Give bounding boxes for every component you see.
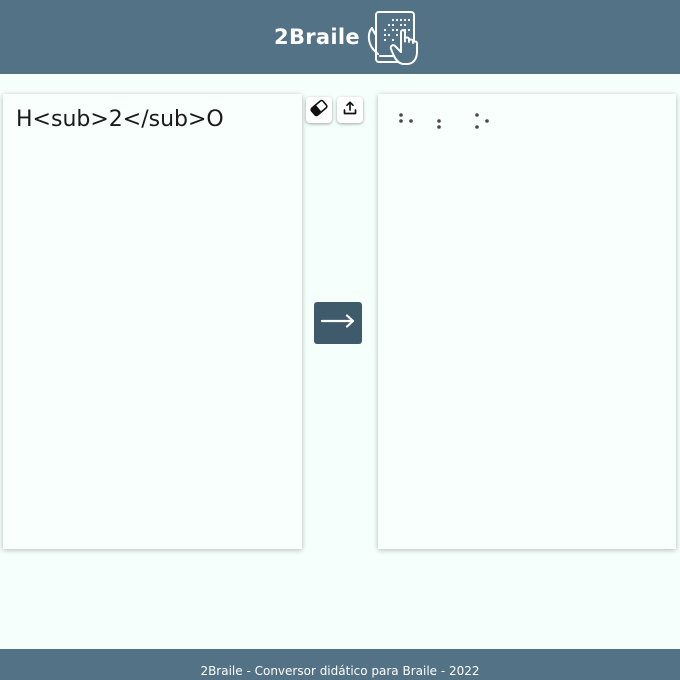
clear-button[interactable]: [306, 97, 332, 123]
upload-button[interactable]: [337, 97, 363, 123]
footer-text: 2Braile - Conversor didático para Braile…: [200, 664, 480, 678]
braille-output-panel: [378, 94, 676, 549]
convert-button[interactable]: [314, 302, 362, 344]
text-input-panel[interactable]: H<sub>2</sub>O: [3, 94, 302, 549]
braille-dot: [437, 119, 441, 123]
braille-dot: [437, 125, 441, 129]
app-title: 2Braile: [274, 25, 360, 49]
app-header: 2Braile: [0, 0, 680, 74]
eraser-icon: [308, 97, 330, 123]
braille-dot: [399, 119, 403, 123]
braille-cell: [437, 119, 441, 129]
braille-dot: [475, 125, 479, 129]
braille-cell: [399, 113, 413, 123]
brand[interactable]: 2Braile: [274, 6, 426, 68]
upload-icon: [342, 100, 358, 120]
braille-dot: [409, 119, 413, 123]
braille-cell: [475, 113, 489, 129]
braille-dot: [485, 119, 489, 123]
braille-tablet-hand-icon: [366, 6, 426, 68]
braille-dot: [399, 113, 403, 117]
braille-output: [399, 113, 519, 133]
input-text[interactable]: H<sub>2</sub>O: [16, 107, 224, 132]
braille-dot: [475, 113, 479, 117]
footer: 2Braile - Conversor didático para Braile…: [0, 649, 680, 680]
arrow-right-icon: [320, 313, 356, 333]
